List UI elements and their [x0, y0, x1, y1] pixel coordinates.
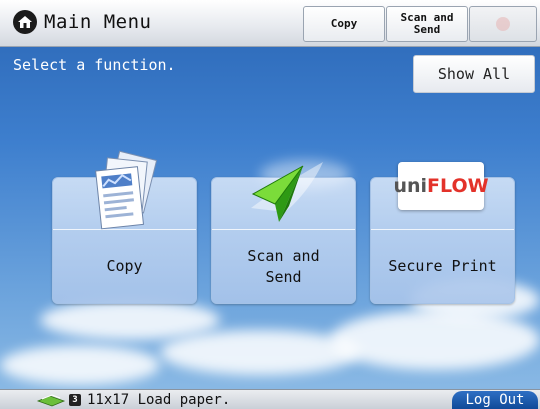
- tab-inactive-function[interactable]: [469, 6, 537, 42]
- log-out-button[interactable]: Log Out: [452, 391, 538, 409]
- paper-plane-icon: [251, 162, 323, 222]
- secure-print-tile-label: Secure Print: [388, 257, 497, 275]
- show-all-button[interactable]: Show All: [413, 55, 535, 93]
- instruction-text: Select a function.: [13, 56, 176, 74]
- tab-copy[interactable]: Copy: [303, 6, 385, 42]
- page-title: Main Menu: [44, 11, 152, 33]
- log-out-label: Log Out: [465, 392, 525, 408]
- tab-scan-and-send-label: Scan and Send: [400, 11, 454, 36]
- show-all-label: Show All: [437, 65, 511, 83]
- cloud: [0, 345, 160, 385]
- inactive-function-icon: [496, 17, 510, 31]
- paper-tray-icon: [36, 394, 66, 407]
- scan-and-send-tile-label: Scan and Send: [247, 246, 320, 286]
- copy-tile-label: Copy: [106, 257, 143, 275]
- uniflow-logo: uni FLOW: [393, 162, 489, 210]
- top-bar: Main Menu Copy Scan and Send: [0, 0, 540, 47]
- cloud: [330, 310, 540, 370]
- tray-number-badge: 3: [69, 394, 81, 406]
- tab-scan-and-send[interactable]: Scan and Send: [386, 6, 468, 42]
- tab-copy-label: Copy: [330, 17, 358, 30]
- home-icon[interactable]: [12, 9, 38, 35]
- tile-divider: [371, 229, 514, 230]
- cloud: [40, 300, 220, 340]
- copy-documents-icon: [95, 150, 158, 230]
- main-menu-screen: Main Menu Copy Scan and Send Select a fu…: [0, 0, 540, 409]
- status-message: 11x17 Load paper.: [87, 392, 231, 408]
- status-bar: 3 11x17 Load paper. Log Out: [0, 389, 540, 409]
